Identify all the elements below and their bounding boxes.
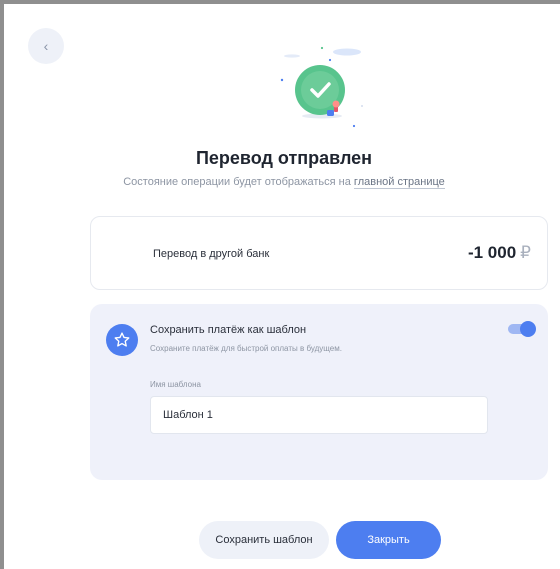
save-template-title: Сохранить платёж как шаблон bbox=[150, 324, 307, 336]
chevron-left-icon: ‹ bbox=[43, 38, 49, 54]
transfer-summary-card: Перевод в другой банк -1 000 ₽ bbox=[90, 216, 548, 290]
save-template-button[interactable]: Сохранить шаблон bbox=[199, 521, 329, 559]
main-page-link[interactable]: главной странице bbox=[353, 176, 445, 189]
page-subtitle: Состояние операции будет отображаться на… bbox=[4, 176, 560, 189]
transfer-type-label: Перевод в другой банк bbox=[153, 248, 270, 260]
payment-success-screen: ‹ Перевод отправлен Состояние операции б… bbox=[0, 0, 560, 569]
subtitle-text: Состояние операции будет отображаться на bbox=[123, 176, 354, 188]
save-template-description: Сохраните платёж для быстрой оплаты в бу… bbox=[150, 344, 342, 353]
save-template-card: Сохранить платёж как шаблон Сохраните пл… bbox=[90, 304, 548, 480]
template-name-input[interactable] bbox=[150, 396, 488, 434]
toggle-knob bbox=[520, 321, 536, 337]
currency-symbol: ₽ bbox=[520, 243, 531, 262]
success-illustration bbox=[280, 46, 363, 128]
close-button[interactable]: Закрыть bbox=[336, 521, 441, 559]
save-template-toggle[interactable] bbox=[508, 321, 536, 337]
template-name-label: Имя шаблона bbox=[150, 380, 201, 389]
page-title: Перевод отправлен bbox=[195, 148, 373, 168]
back-button[interactable]: ‹ bbox=[28, 28, 64, 64]
transfer-amount: -1 000 ₽ bbox=[468, 243, 531, 263]
amount-value: -1 000 bbox=[467, 243, 517, 262]
star-icon bbox=[106, 324, 138, 356]
